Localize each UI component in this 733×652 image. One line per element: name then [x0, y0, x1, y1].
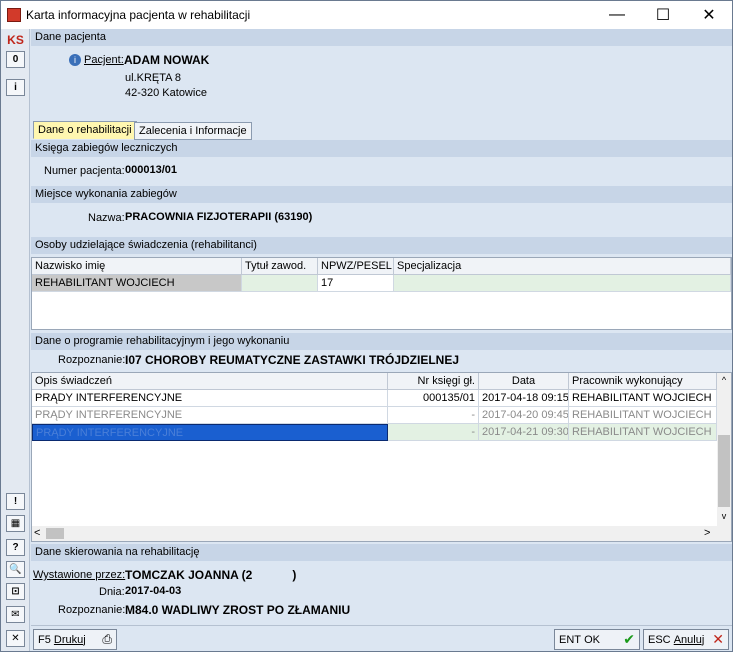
- column-header[interactable]: Nr księgi gł.: [388, 373, 479, 390]
- column-header[interactable]: Specjalizacja: [394, 258, 731, 275]
- title-bar: Karta informacyjna pacjenta w rehabilita…: [1, 1, 732, 29]
- table-cell[interactable]: [242, 275, 318, 292]
- minimize-button[interactable]: —: [594, 1, 640, 29]
- scroll-thumb[interactable]: [718, 435, 730, 507]
- diagnosis-value: I07 CHOROBY REUMATYCZNE ZASTAWKI TRÓJDZI…: [125, 353, 460, 367]
- table-cell[interactable]: PRĄDY INTERFERENCYJNE: [32, 407, 388, 424]
- table-cell[interactable]: -: [388, 424, 479, 441]
- check-icon: ✔: [623, 631, 635, 647]
- referral-diagnosis-label: Rozpoznanie:: [58, 604, 126, 616]
- info-button[interactable]: i: [6, 79, 25, 96]
- window-title: Karta informacyjna pacjenta w rehabilita…: [26, 8, 251, 22]
- print-label: Drukuj: [53, 633, 86, 646]
- patient-number: 000013/01: [125, 164, 177, 176]
- column-header[interactable]: Opis świadczeń: [32, 373, 388, 390]
- providers-header: Osoby udzielające świadczenia (rehabilit…: [31, 237, 732, 254]
- book-label: Numer pacjenta:: [44, 165, 125, 177]
- table-cell[interactable]: [394, 275, 731, 292]
- referral-header: Dane skierowania na rehabilitację: [31, 544, 732, 561]
- x-icon: ✕: [712, 631, 724, 647]
- column-header[interactable]: Data: [479, 373, 569, 390]
- horizontal-scrollbar[interactable]: < >: [32, 526, 731, 541]
- patient-street: ul.KRĘTA 8: [125, 72, 182, 84]
- scroll-left-icon[interactable]: <: [34, 527, 40, 539]
- scroll-down-icon[interactable]: v: [717, 511, 731, 521]
- mail-button[interactable]: ✉: [6, 606, 25, 623]
- bottom-bar: F5 Drukuj ⎙ ENT OK ✔ ESC Anuluj ✕: [31, 625, 732, 651]
- issued-value-text: TOMCZAK JOANNA (2: [125, 568, 253, 582]
- table-cell[interactable]: REHABILITANT WOJCIECH: [569, 407, 717, 424]
- patient-header: Dane pacjenta: [31, 29, 732, 46]
- patient-city: 42-320 Katowice: [125, 87, 207, 99]
- scroll-up-icon[interactable]: ^: [717, 375, 731, 385]
- table-cell[interactable]: PRĄDY INTERFERENCYJNE: [32, 390, 388, 407]
- issued-label-text: Wystawione przez:: [33, 569, 126, 581]
- info-icon: i: [69, 54, 81, 66]
- zero-button[interactable]: 0: [6, 51, 25, 68]
- calculator-button[interactable]: ▦: [6, 515, 25, 532]
- table-cell[interactable]: 2017-04-18 09:15: [479, 390, 569, 407]
- printer-icon: ⎙: [102, 632, 112, 646]
- issued-label: Wystawione przez:: [33, 569, 125, 581]
- left-toolbar: KS 0 i ! ▦ ? 🔍 ⊡ ✉ ✕: [1, 29, 30, 651]
- table-cell[interactable]: 2017-04-21 09:30: [479, 424, 569, 441]
- issued-value: TOMCZAK JOANNA (2): [125, 568, 296, 582]
- ks-logo-icon: KS: [7, 32, 24, 47]
- help-button[interactable]: ?: [6, 539, 25, 556]
- alert-button[interactable]: !: [6, 493, 25, 510]
- place-label: Nazwa:: [88, 212, 125, 224]
- cancel-button[interactable]: ESC Anuluj ✕: [643, 629, 729, 650]
- scroll-thumb[interactable]: [46, 528, 64, 539]
- content: Dane pacjenta i Pacjent: ADAM NOWAK ul.K…: [31, 29, 732, 625]
- diagnosis-label: Rozpoznanie:: [58, 354, 126, 366]
- table-cell-selected[interactable]: PRĄDY INTERFERENCYJNE: [32, 424, 388, 441]
- table-cell[interactable]: REHABILITANT WOJCIECH: [569, 424, 717, 441]
- table-cell[interactable]: 2017-04-20 09:45: [479, 407, 569, 424]
- table-cell[interactable]: REHABILITANT WOJCIECH: [569, 390, 717, 407]
- cancel-key: ESC: [648, 633, 671, 646]
- place-header: Miejsce wykonania zabiegów: [31, 186, 732, 203]
- table-cell[interactable]: 000135/01: [388, 390, 479, 407]
- table-cell[interactable]: -: [388, 407, 479, 424]
- ok-button[interactable]: ENT OK ✔: [554, 629, 640, 650]
- referral-diagnosis-value: M84.0 WADLIWY ZROST PO ZŁAMANIU: [125, 603, 351, 617]
- providers-table: Nazwisko imię Tytuł zawod. NPWZ/PESEL Sp…: [31, 257, 732, 330]
- patient-label: Pacjent:: [84, 54, 124, 66]
- column-header[interactable]: Nazwisko imię: [32, 258, 242, 275]
- app-icon: [7, 8, 21, 22]
- close-tool-button[interactable]: ✕: [6, 630, 25, 647]
- tab-zalecenia[interactable]: Zalecenia i Informacje: [134, 122, 252, 140]
- column-header[interactable]: NPWZ/PESEL: [318, 258, 394, 275]
- window: Karta informacyjna pacjenta w rehabilita…: [0, 0, 733, 652]
- column-header[interactable]: Pracownik wykonujący: [569, 373, 717, 390]
- close-button[interactable]: ✕: [686, 1, 732, 29]
- column-header[interactable]: Tytuł zawod.: [242, 258, 318, 275]
- place-name: PRACOWNIA FIZJOTERAPII (63190): [125, 211, 313, 223]
- search-button[interactable]: 🔍: [6, 561, 25, 578]
- print-key: F5: [38, 633, 51, 646]
- program-header: Dane o programie rehabilitacyjnym i jego…: [31, 333, 732, 350]
- maximize-button[interactable]: ☐: [640, 1, 686, 29]
- cancel-label: Anuluj: [673, 633, 705, 646]
- ok-key: ENT: [559, 633, 581, 646]
- issued-suffix: ): [292, 568, 297, 582]
- print-button[interactable]: F5 Drukuj ⎙: [33, 629, 117, 650]
- date-label: Dnia:: [99, 586, 125, 598]
- tab-dane-o-rehabilitacji[interactable]: Dane o rehabilitacji: [33, 121, 137, 139]
- table-cell[interactable]: REHABILITANT WOJCIECH: [32, 275, 242, 292]
- patient-name[interactable]: ADAM NOWAK: [124, 53, 209, 67]
- services-table: Opis świadczeń Nr księgi gł. Data Pracow…: [31, 372, 732, 542]
- date-value: 2017-04-03: [125, 585, 182, 597]
- vertical-scrollbar[interactable]: ^ v: [717, 373, 731, 526]
- ok-label: OK: [584, 633, 600, 646]
- camera-button[interactable]: ⊡: [6, 583, 25, 600]
- book-header: Księga zabiegów leczniczych: [31, 140, 732, 157]
- table-cell[interactable]: 17: [318, 275, 394, 292]
- scroll-right-icon[interactable]: >: [704, 527, 710, 539]
